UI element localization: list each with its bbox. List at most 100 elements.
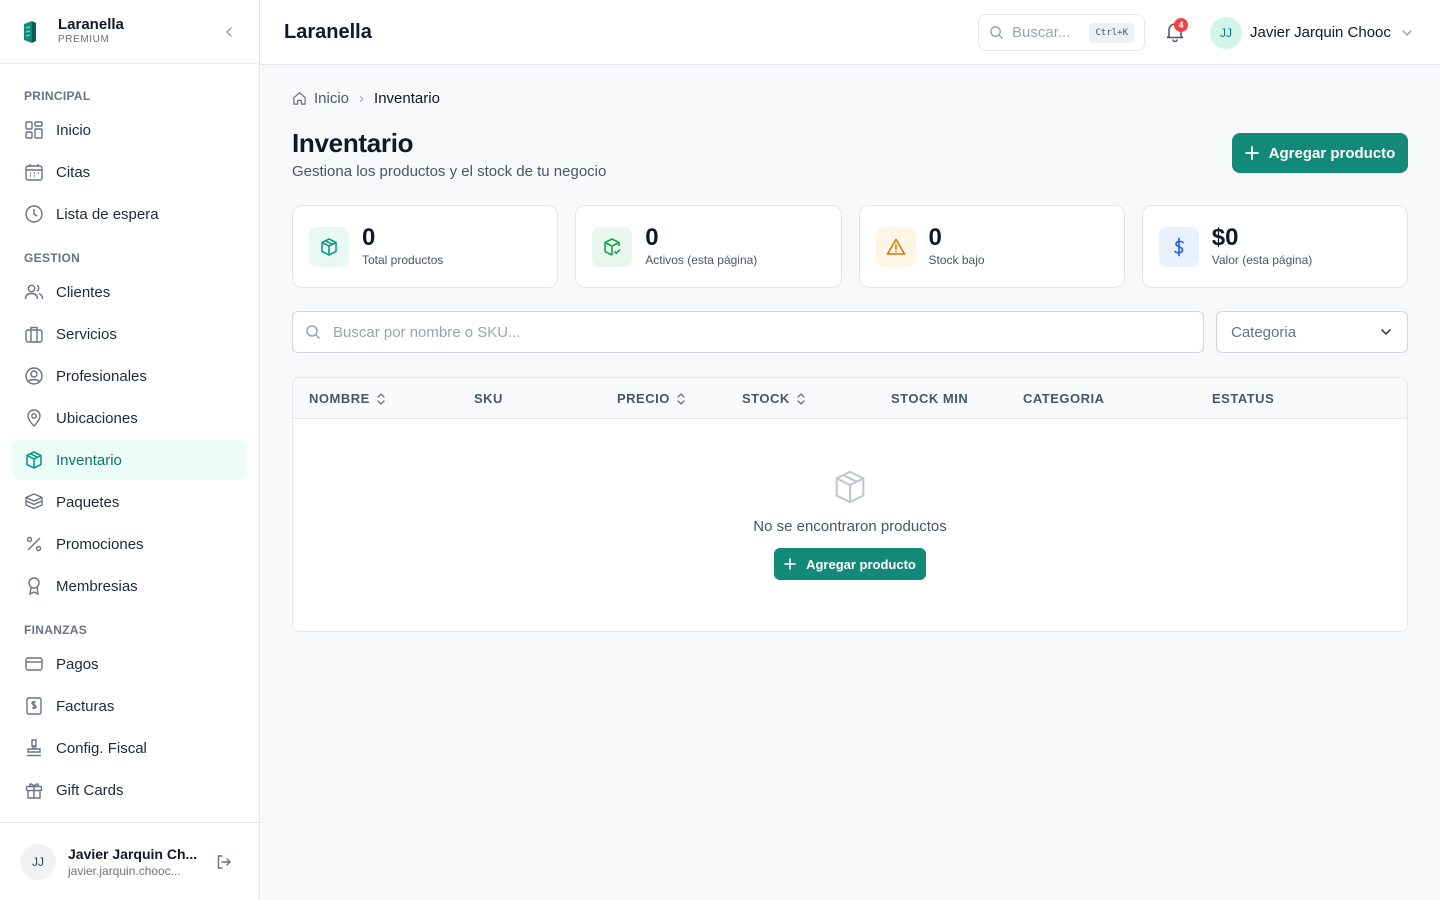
sidebar-item-label: Inventario: [56, 451, 122, 469]
sidebar-item-label: Paquetes: [56, 493, 120, 511]
chevron-down-icon: [1381, 329, 1391, 336]
stat-value: 0: [645, 223, 659, 251]
empty-add-product-label: Agregar producto: [806, 556, 916, 572]
sidebar-item-pagos[interactable]: Pagos: [12, 644, 247, 684]
stat-value: 0: [928, 223, 942, 251]
sidebar-item-servicios[interactable]: Servicios: [12, 314, 247, 354]
brand-logo-icon: [24, 20, 36, 43]
sidebar-item-lista-de-espera[interactable]: Lista de espera: [12, 194, 247, 234]
sidebar-item-membresias[interactable]: Membresias: [12, 566, 247, 606]
brand-tier: PREMIUM: [58, 34, 110, 45]
sidebar-nav: PRINCIPAL Inicio Citas Lista de espera G…: [0, 64, 259, 810]
sidebar-item-label: Lista de espera: [56, 205, 159, 223]
add-product-button[interactable]: Agregar producto: [1232, 133, 1408, 173]
notification-badge: 4: [1174, 18, 1188, 32]
avatar: JJ: [1210, 16, 1242, 49]
map-pin-icon: [27, 409, 41, 427]
sidebar-item-clientes[interactable]: Clientes: [12, 272, 247, 312]
empty-state-text: No se encontraron productos: [753, 518, 947, 535]
empty-add-product-button[interactable]: Agregar producto: [774, 548, 926, 580]
category-select-value: Categoria: [1231, 323, 1297, 341]
nav-section-title: GESTION: [24, 251, 81, 265]
sort-icon: [677, 392, 685, 405]
dollar-icon: [1173, 237, 1184, 256]
invoice-icon: [26, 697, 42, 715]
column-label: PRECIO: [617, 391, 670, 406]
sidebar-item-inventario[interactable]: Inventario: [12, 440, 247, 480]
column-sku: SKU: [474, 378, 503, 419]
plus-icon: [784, 558, 796, 570]
percent-icon: [26, 536, 42, 552]
stat-icon-wrap: [875, 226, 916, 267]
stat-icon-wrap: [1158, 226, 1199, 267]
global-search-placeholder: Buscar...: [1012, 24, 1071, 41]
sidebar: Laranella PREMIUM PRINCIPAL Inicio Citas…: [0, 0, 260, 900]
stat-icon-wrap: [592, 226, 633, 267]
sidebar-user[interactable]: JJ Javier Jarquin Ch... javier.jarquin.c…: [0, 822, 259, 900]
sort-icon: [797, 392, 805, 405]
chevron-left-icon[interactable]: [221, 24, 237, 40]
column-precio[interactable]: PRECIO: [617, 378, 686, 419]
user-circle-icon: [25, 367, 43, 385]
column-stock[interactable]: STOCK: [742, 378, 806, 419]
sidebar-item-profesionales[interactable]: Profesionales: [12, 356, 247, 396]
empty-state: No se encontraron productos Agregar prod…: [293, 468, 1407, 580]
stat-value: 0: [362, 223, 376, 251]
stat-label: Valor (esta página): [1211, 252, 1313, 267]
column-label: SKU: [474, 391, 503, 406]
sidebar-item-paquetes[interactable]: Paquetes: [12, 482, 247, 522]
stat-card-active: 0 Activos (esta página): [575, 205, 842, 288]
clock-icon: [25, 205, 43, 223]
nav-section-title: FINANZAS: [24, 623, 88, 637]
logout-icon[interactable]: [215, 853, 233, 871]
sidebar-item-gift-cards[interactable]: Gift Cards: [12, 770, 247, 810]
sidebar-item-ubicaciones[interactable]: Ubicaciones: [12, 398, 247, 438]
sidebar-item-config-fiscal[interactable]: Config. Fiscal: [12, 728, 247, 768]
package-icon: [25, 493, 43, 510]
sidebar-item-label: Membresias: [56, 577, 138, 595]
brand[interactable]: Laranella PREMIUM: [0, 0, 259, 64]
column-label: NOMBRE: [309, 391, 370, 406]
user-menu[interactable]: JJ Javier Jarquin Chooc: [1210, 16, 1413, 49]
users-icon: [24, 284, 44, 300]
column-nombre[interactable]: NOMBRE: [309, 378, 386, 419]
page-title: Inventario: [292, 128, 414, 158]
stat-label: Total productos: [362, 252, 444, 267]
breadcrumb-home[interactable]: Inicio: [314, 90, 349, 107]
table-header: NOMBRE SKU PRECIO STOCK STOCK MIN CATEGO…: [293, 378, 1407, 419]
sidebar-item-inicio[interactable]: Inicio: [12, 110, 247, 150]
award-icon: [28, 577, 40, 596]
sidebar-item-label: Clientes: [56, 283, 111, 301]
home-icon: [293, 92, 306, 105]
briefcase-icon: [25, 326, 43, 343]
add-product-button-label: Agregar producto: [1268, 144, 1396, 162]
chevron-right-icon: ›: [359, 90, 365, 107]
sidebar-item-label: Profesionales: [56, 367, 147, 385]
sidebar-item-promociones[interactable]: Promociones: [12, 524, 247, 564]
category-select[interactable]: Categoria: [1216, 311, 1408, 353]
column-label: STOCK MIN: [891, 391, 969, 406]
user-name: Javier Jarquin Ch...: [68, 845, 198, 862]
page-subtitle: Gestiona los productos y el stock de tu …: [292, 163, 607, 180]
sidebar-item-facturas[interactable]: Facturas: [12, 686, 247, 726]
stamp-icon: [27, 739, 41, 757]
column-label: ESTATUS: [1212, 391, 1275, 406]
box-icon: [321, 237, 337, 256]
nav-section-title: PRINCIPAL: [24, 89, 91, 103]
stat-card-total: 0 Total productos: [292, 205, 559, 288]
breadcrumb: Inicio › Inventario: [292, 90, 440, 107]
sidebar-item-label: Servicios: [56, 325, 117, 343]
sidebar-item-citas[interactable]: Citas: [12, 152, 247, 192]
search-icon: [306, 325, 321, 340]
column-label: CATEGORIA: [1023, 391, 1105, 406]
brand-name: Laranella: [58, 16, 124, 33]
global-search[interactable]: Buscar... Ctrl+K: [978, 14, 1145, 51]
stat-label: Stock bajo: [928, 252, 985, 267]
dashboard-icon: [25, 121, 43, 139]
warning-icon: [886, 238, 905, 255]
shortcut-hint: Ctrl+K: [1089, 22, 1134, 43]
breadcrumb-current: Inventario: [374, 90, 440, 107]
product-search-input[interactable]: [333, 323, 1191, 341]
product-search[interactable]: [292, 311, 1204, 353]
sidebar-item-label: Inicio: [56, 121, 92, 139]
